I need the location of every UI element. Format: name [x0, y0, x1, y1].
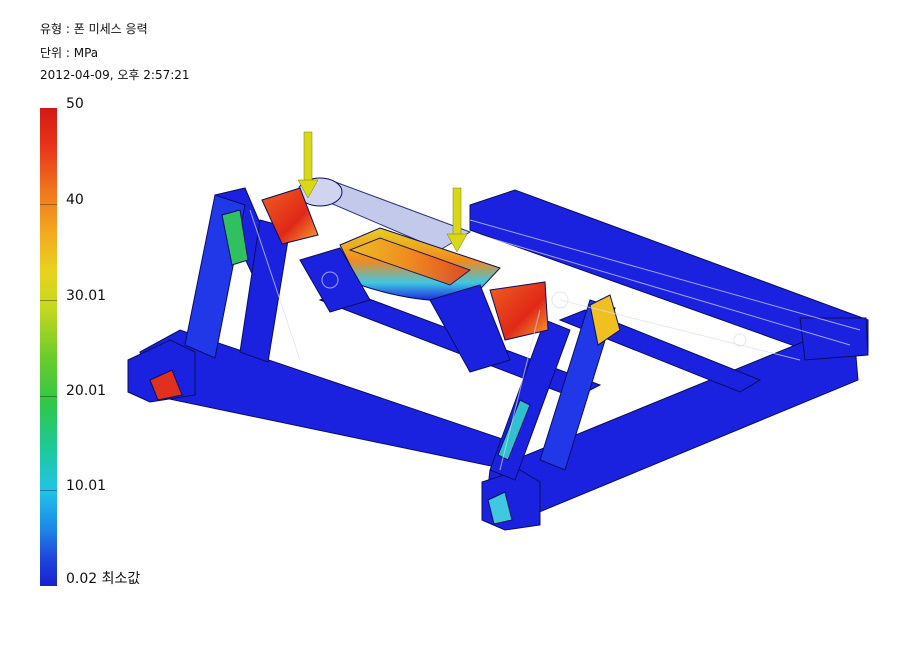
- stress-model-view[interactable]: [0, 0, 905, 646]
